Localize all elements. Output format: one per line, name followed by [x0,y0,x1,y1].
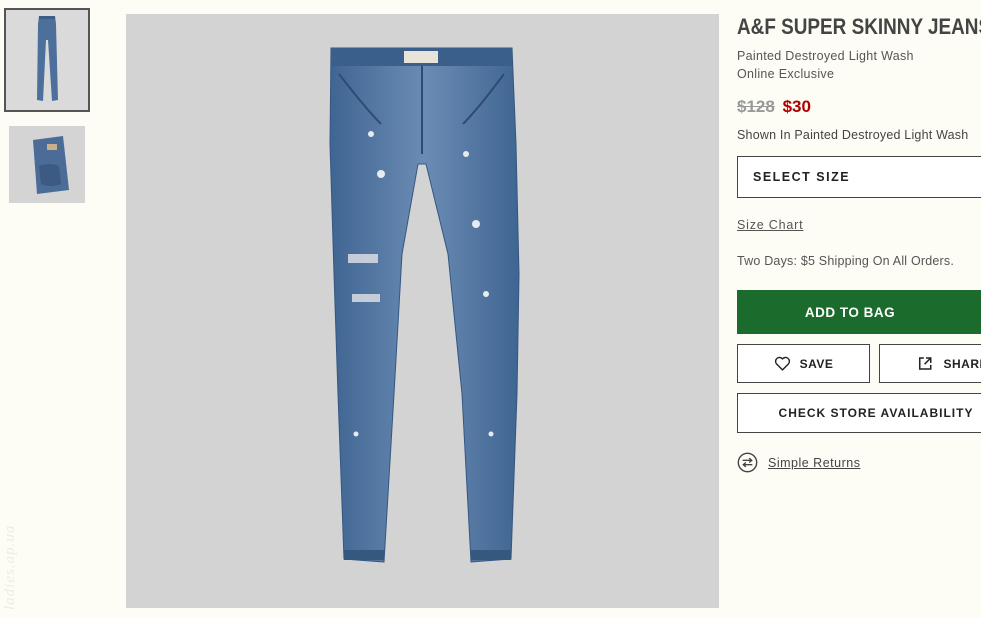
thumbnail-folded-view[interactable] [9,126,85,203]
sale-price: $30 [782,97,811,116]
heart-icon [774,356,790,371]
watermark-text: ladies.ap.ua [2,524,18,610]
save-button[interactable]: SAVE [737,344,870,383]
shipping-note: Two Days: $5 Shipping On All Orders. [737,254,955,268]
shown-in-text: Shown In Painted Destroyed Light Wash [737,128,969,142]
jeans-front-thumbnail-image [6,10,88,110]
product-main-image[interactable] [126,14,719,608]
original-price: $128 [737,97,775,116]
share-external-icon [918,357,932,370]
product-details-panel: A&F SUPER SKINNY JEANS Painted Destroyed… [737,14,981,473]
add-to-bag-button[interactable]: ADD TO BAG [737,290,981,334]
share-label: SHARE [943,356,981,371]
jeans-folded-thumbnail-image [9,126,85,203]
check-store-availability-button[interactable]: CHECK STORE AVAILABILITY [737,393,981,433]
product-subtitle: Painted Destroyed Light Wash Online Excl… [737,47,981,83]
share-button[interactable]: SHARE [879,344,981,383]
product-title: A&F SUPER SKINNY JEANS [737,14,981,39]
add-to-bag-label: ADD TO BAG [804,304,896,320]
product-color-name: Painted Destroyed Light Wash [737,49,914,63]
save-share-row: SAVE SHARE [737,344,981,383]
check-store-label: CHECK STORE AVAILABILITY [778,406,974,420]
size-chart-link[interactable]: Size Chart [737,218,803,232]
simple-returns-link[interactable]: Simple Returns [768,456,860,470]
select-size-label: SELECT SIZE [753,170,851,184]
exchange-arrows-icon [737,452,758,473]
thumbnail-front-view[interactable] [4,8,90,112]
jeans-front-image [126,14,719,608]
simple-returns-row: Simple Returns [737,452,981,473]
product-availability: Online Exclusive [737,67,835,81]
price-block: $128 $30 [737,97,981,117]
save-label: SAVE [799,356,834,371]
select-size-dropdown[interactable]: SELECT SIZE [737,156,981,198]
